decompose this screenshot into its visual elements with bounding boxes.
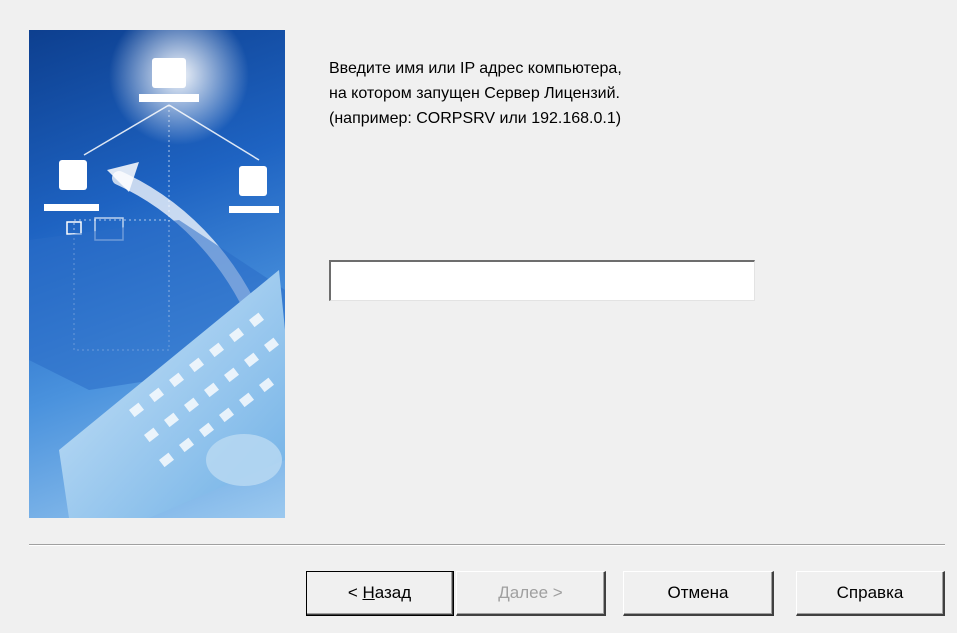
back-button[interactable]: < Назад — [306, 571, 454, 616]
next-button-mnemonic: Д — [498, 583, 510, 602]
instructions-line: (например: CORPSRV или 192.168.0.1) — [329, 110, 622, 127]
help-button[interactable]: Справка — [796, 571, 945, 616]
next-button[interactable]: Далее > — [456, 571, 606, 616]
server-address-input[interactable] — [329, 260, 755, 301]
help-button-label: Справка — [836, 583, 904, 602]
back-button-label: азад — [374, 583, 412, 602]
separator-line — [29, 544, 945, 546]
instructions-line: на котором запущен Сервер Лицензий. — [329, 85, 620, 102]
back-button-mnemonic: Н — [362, 583, 375, 602]
network-illustration — [29, 30, 285, 518]
cancel-button-label: Отмена — [667, 583, 729, 602]
hands-on-keyboard — [206, 434, 282, 486]
back-button-prefix: < — [347, 583, 363, 602]
instructions-line: Введите имя или IP адрес компьютера, — [329, 60, 622, 77]
license-server-wizard-dialog: Введите имя или IP адрес компьютера, на … — [0, 0, 957, 633]
client-computer-icon — [229, 166, 279, 213]
cancel-button[interactable]: Отмена — [623, 571, 774, 616]
wizard-side-image — [29, 30, 285, 518]
next-button-label: алее > — [509, 583, 563, 602]
instructions-text: Введите имя или IP адрес компьютера, на … — [329, 56, 809, 131]
